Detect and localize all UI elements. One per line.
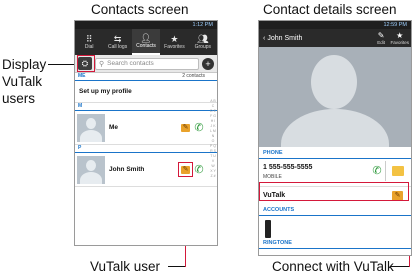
vutalk-highlight bbox=[178, 162, 193, 177]
edit-label: Edit bbox=[377, 40, 385, 45]
divider bbox=[385, 161, 386, 181]
section-phone: PHONE bbox=[259, 149, 411, 159]
section-header-me: ME 2 contacts bbox=[75, 73, 217, 81]
alphabet-index[interactable]: A B C D E F G H I J K L M N O P Q R S T … bbox=[210, 99, 216, 179]
status-time: 12:59 PM bbox=[383, 22, 407, 28]
contacts-screen-caption: Contacts screen bbox=[91, 2, 189, 17]
display-users-callout: Display VuTalk users bbox=[2, 57, 47, 106]
contact-row-john-smith[interactable]: John Smith ✎ ✆ bbox=[75, 153, 217, 187]
section-header-p: P bbox=[75, 145, 217, 153]
section-ringtone: RINGTONE bbox=[259, 239, 411, 249]
setup-profile-row[interactable]: Set up my profile bbox=[75, 81, 217, 103]
section-label: M bbox=[78, 103, 83, 109]
setup-profile-label: Set up my profile bbox=[79, 88, 132, 95]
tab-label: Call logs bbox=[108, 44, 128, 50]
pencil-icon: ✎ bbox=[377, 31, 385, 40]
contact-details-screen: 12:59 PM ‹ John Smith ✎ Edit ★ Favorites P… bbox=[258, 20, 412, 256]
phone-number[interactable]: 1 555-555-5555 bbox=[263, 164, 312, 171]
tab-label: Dial bbox=[84, 44, 94, 50]
star-icon: ★ bbox=[170, 34, 179, 44]
vutalk-user-callout: VuTalk user bbox=[90, 259, 161, 274]
phone-type: MOBILE bbox=[263, 174, 282, 180]
section-accounts: ACCOUNTS bbox=[259, 206, 411, 216]
vutalk-user-leader-h bbox=[168, 266, 186, 267]
back-icon[interactable]: ‹ bbox=[263, 35, 265, 42]
favorites-button[interactable]: ★ Favorites bbox=[390, 31, 409, 45]
favorites-label: Favorites bbox=[390, 40, 409, 45]
avatar bbox=[77, 155, 105, 184]
call-icon[interactable]: ✆ bbox=[193, 164, 205, 176]
display-button-highlight bbox=[77, 55, 95, 72]
tab-favorites[interactable]: ★ Favorites bbox=[160, 29, 188, 55]
tab-label: Contacts bbox=[136, 43, 156, 49]
section-header-m: M bbox=[75, 103, 217, 111]
message-icon[interactable] bbox=[392, 166, 404, 176]
call-icon[interactable]: ✆ bbox=[193, 122, 205, 134]
status-bar: 12:59 PM bbox=[259, 21, 411, 29]
section-label: ME bbox=[78, 73, 86, 79]
status-time: 1:12 PM bbox=[192, 22, 213, 28]
person-icon: 👤︎ bbox=[140, 33, 152, 43]
search-icon: ⚲ bbox=[99, 60, 105, 68]
tab-label: Groups bbox=[194, 44, 212, 50]
groups-icon: 👥︎ bbox=[197, 34, 209, 44]
contacts-screen: 1:12 PM ⠿ Dial ⇆ Call logs 👤︎ Contacts ★ Fav… bbox=[74, 20, 218, 246]
account-icon[interactable] bbox=[265, 220, 271, 238]
tab-bar: ⠿ Dial ⇆ Call logs 👤︎ Contacts ★ Favorites 👥… bbox=[75, 29, 217, 55]
star-icon: ★ bbox=[396, 31, 404, 40]
contact-name: Me bbox=[109, 124, 119, 131]
search-row: ⛭ ⚲ Search contacts + bbox=[75, 55, 217, 73]
section-label: P bbox=[78, 145, 82, 151]
vutalk-row-highlight bbox=[259, 182, 409, 201]
tab-dial[interactable]: ⠿ Dial bbox=[75, 29, 103, 55]
tab-call-logs[interactable]: ⇆ Call logs bbox=[103, 29, 131, 55]
avatar bbox=[77, 113, 105, 142]
search-placeholder: Search contacts bbox=[107, 60, 154, 67]
details-screen-caption: Contact details screen bbox=[263, 2, 397, 17]
call-icon[interactable]: ✆ bbox=[371, 165, 383, 177]
tab-label: Favorites bbox=[164, 44, 185, 50]
connect-leader-h bbox=[390, 266, 410, 267]
vutalk-icon[interactable]: ✎ bbox=[181, 124, 190, 132]
edit-button[interactable]: ✎ Edit bbox=[377, 31, 385, 45]
connect-callout: Connect with VuTalk bbox=[272, 259, 394, 274]
contact-name: John Smith bbox=[109, 166, 145, 173]
tab-groups[interactable]: 👥︎ Groups bbox=[189, 29, 217, 55]
add-contact-button[interactable]: + bbox=[202, 57, 214, 70]
grid-icon: ⠿ bbox=[85, 34, 93, 44]
status-bar: 1:12 PM bbox=[75, 21, 217, 29]
back-label[interactable]: John Smith bbox=[267, 35, 302, 42]
contact-count: 2 contacts bbox=[182, 73, 205, 79]
contact-row-me[interactable]: Me ✎ ✆ bbox=[75, 111, 217, 145]
search-input[interactable]: ⚲ Search contacts bbox=[95, 57, 199, 70]
call-logs-icon: ⇆ bbox=[113, 34, 122, 44]
tab-contacts[interactable]: 👤︎ Contacts bbox=[131, 29, 161, 55]
details-header: ‹ John Smith ✎ Edit ★ Favorites bbox=[259, 29, 411, 47]
